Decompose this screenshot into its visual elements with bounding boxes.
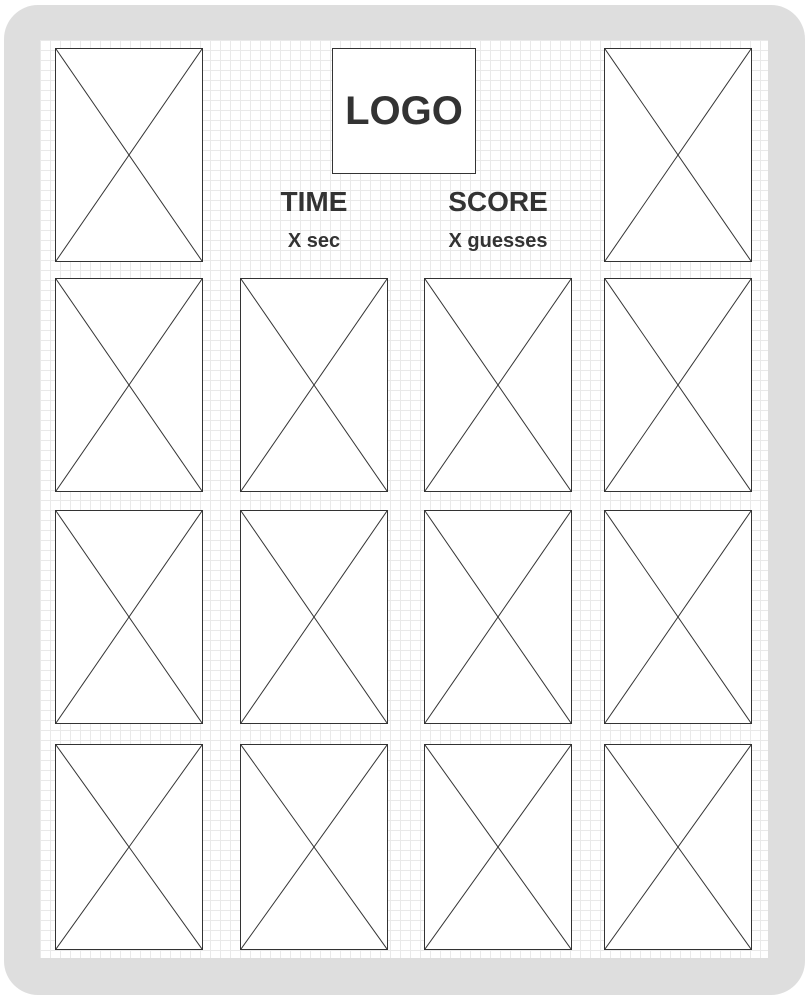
card-placeholder[interactable] xyxy=(424,510,572,724)
card-placeholder[interactable] xyxy=(604,48,752,262)
image-placeholder-cross-icon xyxy=(605,745,751,949)
image-placeholder-cross-icon xyxy=(241,745,387,949)
image-placeholder-cross-icon xyxy=(56,279,202,491)
image-placeholder-cross-icon xyxy=(605,511,751,723)
image-placeholder-cross-icon xyxy=(56,511,202,723)
card-placeholder[interactable] xyxy=(424,744,572,950)
image-placeholder-cross-icon xyxy=(56,49,202,261)
score-value: X guesses xyxy=(448,230,548,252)
card-placeholder[interactable] xyxy=(240,278,388,492)
time-value: X sec xyxy=(287,230,341,252)
image-placeholder-cross-icon xyxy=(425,279,571,491)
card-placeholder[interactable] xyxy=(55,510,203,724)
image-placeholder-cross-icon xyxy=(425,511,571,723)
card-placeholder[interactable] xyxy=(55,744,203,950)
logo-text: LOGO xyxy=(345,88,463,133)
card-placeholder[interactable] xyxy=(424,278,572,492)
image-placeholder-cross-icon xyxy=(425,745,571,949)
card-placeholder[interactable] xyxy=(240,744,388,950)
image-placeholder-cross-icon xyxy=(241,511,387,723)
card-placeholder[interactable] xyxy=(604,278,752,492)
score-label: SCORE xyxy=(448,186,548,217)
card-placeholder[interactable] xyxy=(604,510,752,724)
card-placeholder[interactable] xyxy=(55,278,203,492)
image-placeholder-cross-icon xyxy=(241,279,387,491)
card-placeholder[interactable] xyxy=(604,744,752,950)
image-placeholder-cross-icon xyxy=(605,49,751,261)
time-label: TIME xyxy=(280,186,348,217)
card-placeholder[interactable] xyxy=(55,48,203,262)
image-placeholder-cross-icon xyxy=(56,745,202,949)
image-placeholder-cross-icon xyxy=(605,279,751,491)
card-placeholder[interactable] xyxy=(240,510,388,724)
logo-placeholder: LOGO xyxy=(332,48,476,174)
